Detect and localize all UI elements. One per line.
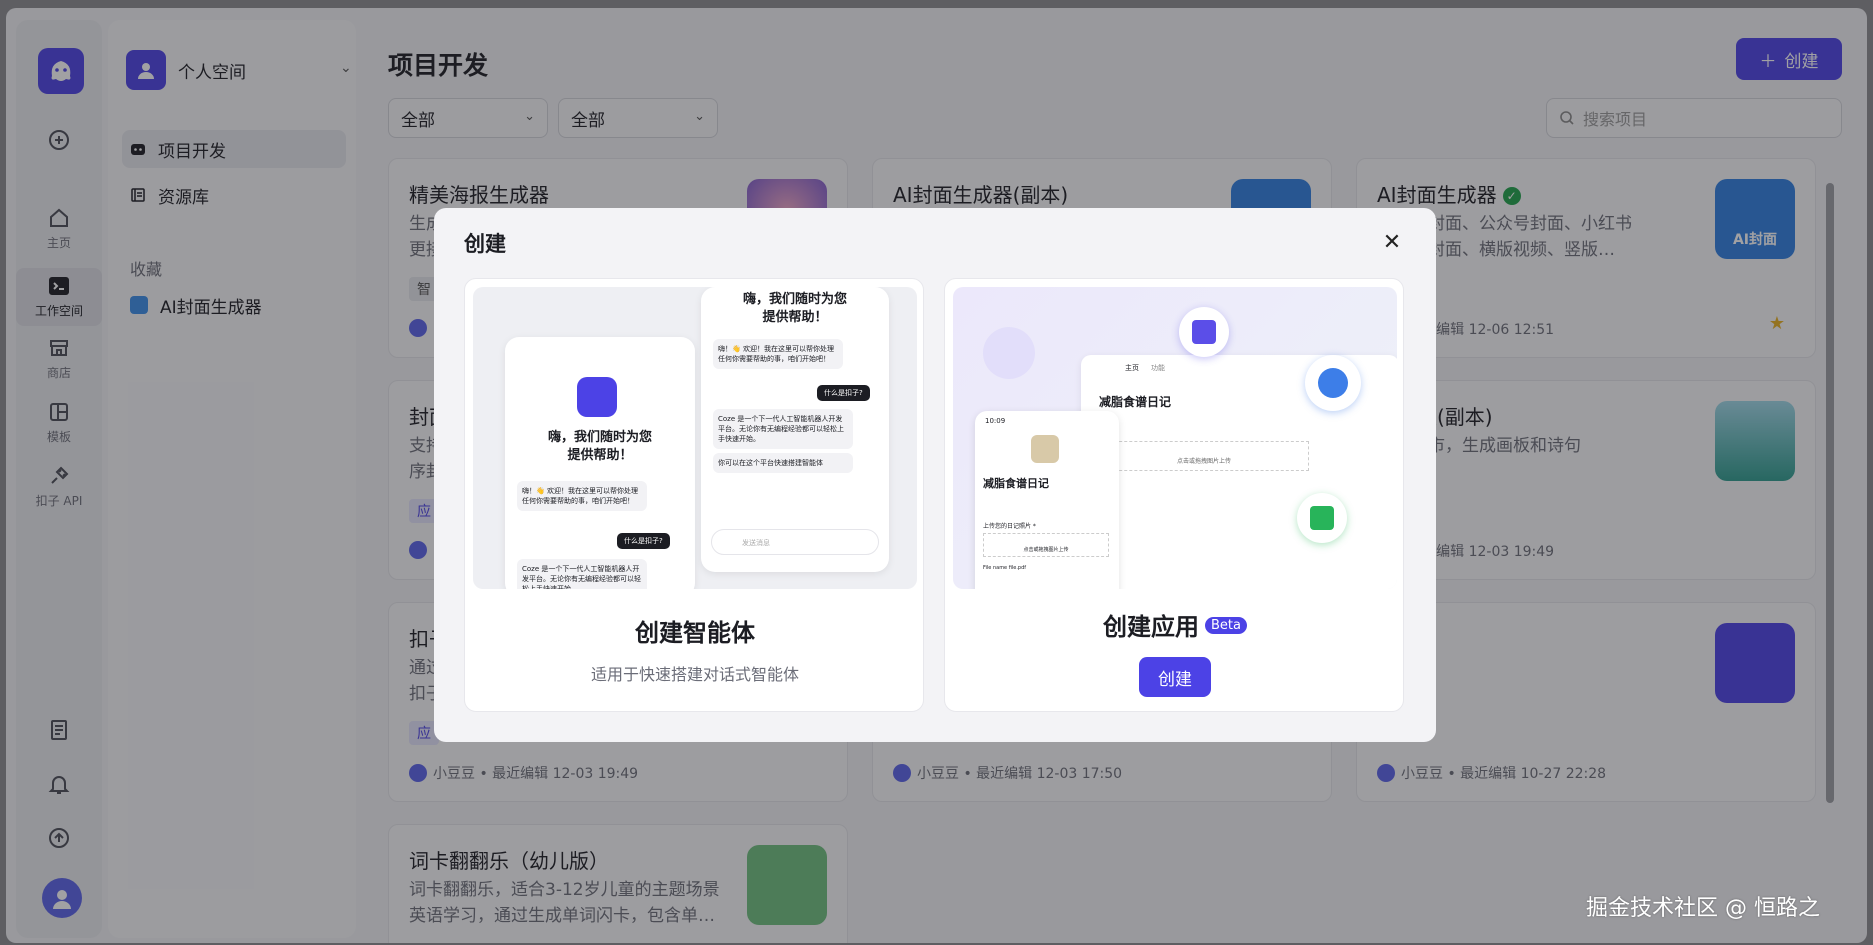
- chat-bubble: Coze 是一个下一代人工智能机器人开发平台。无论你有无编程经验都可以轻松上手快…: [713, 409, 853, 449]
- option-desc: 适用于快速搭建对话式智能体: [590, 665, 799, 684]
- preview-upload: 点击或拖拽图片上传: [983, 533, 1109, 557]
- document-icon: [983, 327, 1035, 379]
- preview-file: File name file.pdf: [983, 565, 1027, 571]
- chat-input: 发送消息: [711, 529, 879, 555]
- chat-bubble: 嗨！👋 欢迎！我在这里可以帮你处理任何你需要帮助的事，咱们开始吧！: [517, 481, 647, 511]
- preview-field: 上传您的日记照片 *: [983, 523, 1036, 530]
- option-title: 创建应用 Beta: [945, 607, 1405, 642]
- share-icon: [1297, 493, 1347, 543]
- chat-greeting: 嗨，我们随时为您 提供帮助！: [547, 430, 652, 463]
- chat-bubble: 什么是扣子?: [617, 533, 670, 549]
- palette-icon: [1305, 355, 1361, 411]
- create-app-option[interactable]: 主页 功能 减脂食谱日记 点击或拖拽图片上传 10:09 减脂食谱日记 上传您的…: [944, 278, 1404, 712]
- watermark: 掘金技术社区 @ 恒路之: [1586, 896, 1820, 921]
- chat-bubble: 什么是扣子?: [817, 385, 870, 401]
- beta-badge: Beta: [1205, 617, 1247, 634]
- chat-bubble: Coze 是一个下一代人工智能机器人开发平台。无论你有无编程经验都可以轻松上手快…: [517, 559, 647, 589]
- preview-time: 10:09: [985, 417, 1006, 425]
- cube-icon: [1179, 307, 1229, 357]
- app-preview-mobile: 10:09 减脂食谱日记 上传您的日记照片 * 点击或拖拽图片上传 File n…: [975, 411, 1119, 589]
- chat-bubble: 嗨！👋 欢迎！我在这里可以帮你处理任何你需要帮助的事，咱们开始吧！: [713, 339, 843, 369]
- chat-bubble: 你可以在这个平台快速搭建智能体: [713, 453, 853, 473]
- chat-preview-card: 嗨，我们随时为您 提供帮助！ 嗨！👋 欢迎！我在这里可以帮你处理任何你需要帮助的事…: [701, 287, 889, 572]
- app-illustration: 主页 功能 减脂食谱日记 点击或拖拽图片上传 10:09 减脂食谱日记 上传您的…: [953, 287, 1397, 589]
- preview-upload: 点击或拖拽图片上传: [1099, 441, 1309, 471]
- close-icon[interactable]: ✕: [1378, 228, 1406, 256]
- preview-tab: 主页: [1125, 364, 1139, 372]
- dialog-title: 创建: [464, 232, 506, 256]
- create-agent-option[interactable]: 嗨，我们随时为您 提供帮助！ 嗨！👋 欢迎！我在这里可以帮你处理任何你需要帮助的事…: [464, 278, 924, 712]
- coze-logo-icon: [577, 377, 617, 417]
- option-title: 创建智能体: [635, 619, 755, 647]
- chat-greeting: 嗨，我们随时为您 提供帮助！: [742, 292, 847, 325]
- chat-preview-card: 嗨，我们随时为您 提供帮助！ 嗨！👋 欢迎！我在这里可以帮你处理任何你需要帮助的事…: [505, 337, 695, 589]
- agent-illustration: 嗨，我们随时为您 提供帮助！ 嗨！👋 欢迎！我在这里可以帮你处理任何你需要帮助的事…: [473, 287, 917, 589]
- preview-title: 减脂食谱日记: [983, 477, 1049, 490]
- preview-tab: 功能: [1151, 364, 1165, 372]
- create-app-button[interactable]: 创建: [1139, 657, 1211, 697]
- food-image: [1031, 435, 1059, 463]
- preview-title: 减脂食谱日记: [1099, 395, 1172, 409]
- create-dialog: 创建 ✕ 嗨，我们随时为您 提供帮助！ 嗨！👋 欢迎！我在这里可以帮你处理任何你需…: [434, 208, 1436, 742]
